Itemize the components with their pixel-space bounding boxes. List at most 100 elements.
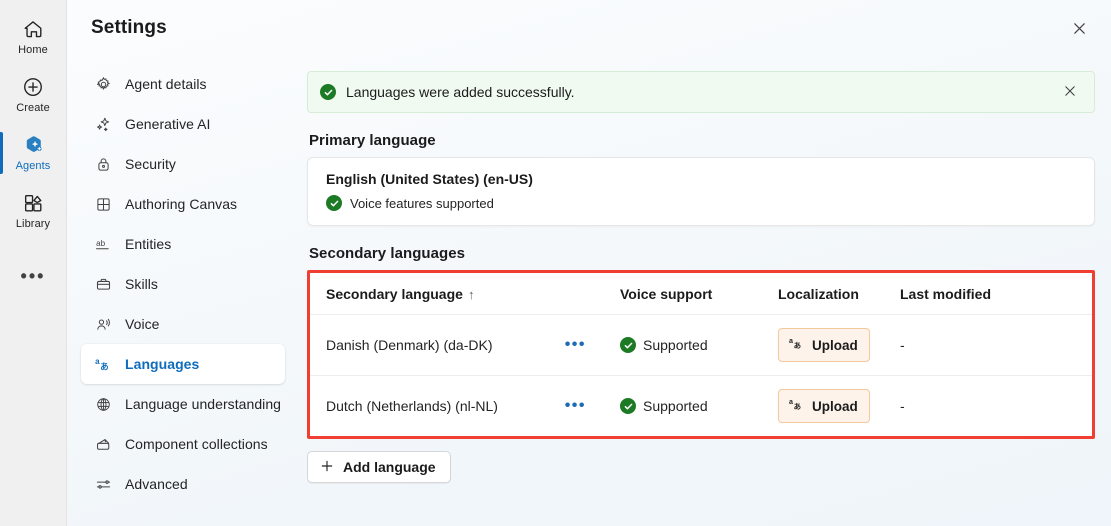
voice-person-icon (93, 314, 113, 334)
canvas-grid-icon (93, 194, 113, 214)
banner-close-button[interactable] (1056, 78, 1084, 106)
page-title: Settings (91, 17, 167, 38)
table-row[interactable]: Danish (Denmark) (da-DK) ••• Supported a… (310, 314, 1092, 376)
sparkle-icon (93, 114, 113, 134)
briefcase-icon (93, 274, 113, 294)
column-header-last-modified[interactable]: Last modified (900, 273, 1092, 315)
sidebar-item-entities[interactable]: ab Entities (81, 224, 285, 264)
plus-circle-icon (21, 75, 45, 99)
upload-button[interactable]: a あ Upload (778, 328, 870, 362)
secondary-languages-heading: Secondary languages (309, 245, 466, 262)
sidebar-item-label: Security (125, 156, 176, 172)
cell-last-modified: - (900, 375, 1092, 436)
upload-button-label: Upload (812, 398, 858, 414)
sidebar-item-voice[interactable]: Voice (81, 304, 285, 344)
local-language-icon: a あ (788, 335, 805, 355)
table-body: Danish (Denmark) (da-DK) ••• Supported a… (310, 314, 1092, 436)
sidebar-item-label: Skills (125, 276, 158, 292)
column-header-label: Secondary language (326, 286, 463, 302)
sidebar-item-agent-details[interactable]: Agent details (81, 64, 285, 104)
sidebar-item-label: Languages (125, 356, 200, 372)
svg-text:あ: あ (794, 402, 801, 411)
rail-item-library[interactable]: Library (0, 182, 67, 240)
primary-voice-status: Voice features supported (326, 195, 1078, 211)
cell-voice-support: Supported (620, 314, 778, 376)
rail-item-agents[interactable]: Agents (0, 124, 67, 182)
sidebar-item-label: Agent details (125, 76, 207, 92)
agents-icon (21, 133, 45, 157)
library-icon (21, 191, 45, 215)
column-header-label: Voice support (620, 286, 713, 302)
close-icon (1063, 84, 1077, 101)
table-header-row: Secondary language ↑ Voice support Locali… (310, 273, 1092, 315)
cell-localization: a あ Upload (778, 375, 900, 436)
column-header-localization[interactable]: Localization (778, 273, 900, 315)
sidebar-item-label: Entities (125, 236, 172, 252)
cell-voice-support: Supported (620, 375, 778, 436)
last-modified-value: - (900, 337, 905, 353)
add-language-button[interactable]: Add language (307, 451, 451, 483)
success-check-icon (620, 337, 636, 353)
ab-text-icon: ab (93, 234, 113, 254)
rail-item-label: Create (16, 102, 50, 114)
cell-language: Dutch (Netherlands) (nl-NL) ••• (310, 375, 620, 436)
primary-language-card: English (United States) (en-US) Voice fe… (307, 157, 1095, 226)
home-icon (21, 17, 45, 41)
app-rail: Home Create Agents Library ••• (0, 0, 67, 526)
row-more-button[interactable]: ••• (559, 336, 592, 354)
panel-header: Settings (67, 0, 1111, 56)
svg-text:あ: あ (794, 341, 801, 350)
cell-last-modified: - (900, 314, 1092, 376)
row-more-button[interactable]: ••• (559, 397, 592, 415)
lock-icon (93, 154, 113, 174)
status-badge: Supported (620, 337, 778, 353)
sidebar-item-label: Language understanding (125, 396, 282, 412)
sidebar-item-label: Advanced (125, 476, 188, 492)
svg-text:あ: あ (100, 361, 108, 371)
panel-body: Agent details Generative AI Security Aut… (67, 56, 1111, 526)
primary-language-heading: Primary language (309, 132, 436, 149)
sidebar-item-language-understanding[interactable]: Language understanding (81, 384, 285, 424)
sidebar-item-advanced[interactable]: Advanced (81, 464, 285, 504)
sliders-icon (93, 474, 113, 494)
sidebar-item-generative-ai[interactable]: Generative AI (81, 104, 285, 144)
upload-button[interactable]: a あ Upload (778, 389, 870, 423)
language-name: Danish (Denmark) (da-DK) (326, 337, 493, 353)
close-icon (1072, 21, 1087, 39)
sidebar-item-component-collections[interactable]: Component collections (81, 424, 285, 464)
rail-item-home[interactable]: Home (0, 8, 67, 66)
column-header-secondary-language[interactable]: Secondary language ↑ (310, 273, 620, 315)
collections-icon (93, 434, 113, 454)
primary-language-value: English (United States) (en-US) (326, 171, 533, 187)
sidebar-item-label: Voice (125, 316, 160, 332)
secondary-languages-table-highlight: Secondary language ↑ Voice support Locali… (307, 270, 1095, 439)
rail-item-label: Library (15, 218, 51, 230)
sidebar-item-security[interactable]: Security (81, 144, 285, 184)
more-horizontal-icon[interactable]: ••• (0, 254, 67, 298)
column-header-label: Localization (778, 286, 859, 302)
local-language-icon: a あ (93, 354, 113, 374)
settings-panel: Settings Agent details Generative AI Sec… (67, 0, 1111, 526)
cell-localization: a あ Upload (778, 314, 900, 376)
primary-voice-status-label: Voice features supported (350, 195, 494, 211)
sort-ascending-icon: ↑ (467, 287, 475, 302)
banner-message: Languages were added successfully. (346, 84, 575, 100)
upload-button-label: Upload (812, 337, 858, 353)
sidebar-item-skills[interactable]: Skills (81, 264, 285, 304)
gear-icon (93, 74, 113, 94)
status-badge-label: Supported (643, 337, 708, 353)
plus-icon (320, 459, 334, 476)
status-badge-label: Supported (643, 398, 708, 414)
column-header-voice-support[interactable]: Voice support (620, 273, 778, 315)
status-badge: Supported (620, 398, 778, 414)
sidebar-item-label: Generative AI (125, 116, 211, 132)
sidebar-item-languages[interactable]: a あ Languages (81, 344, 285, 384)
rail-item-create[interactable]: Create (0, 66, 67, 124)
sidebar-item-authoring-canvas[interactable]: Authoring Canvas (81, 184, 285, 224)
success-check-icon (620, 398, 636, 414)
close-button[interactable] (1063, 14, 1095, 46)
add-language-button-label: Add language (343, 459, 436, 475)
table-row[interactable]: Dutch (Netherlands) (nl-NL) ••• Supporte… (310, 375, 1092, 436)
local-language-icon: a あ (788, 396, 805, 416)
rail-item-label: Agents (15, 160, 51, 172)
